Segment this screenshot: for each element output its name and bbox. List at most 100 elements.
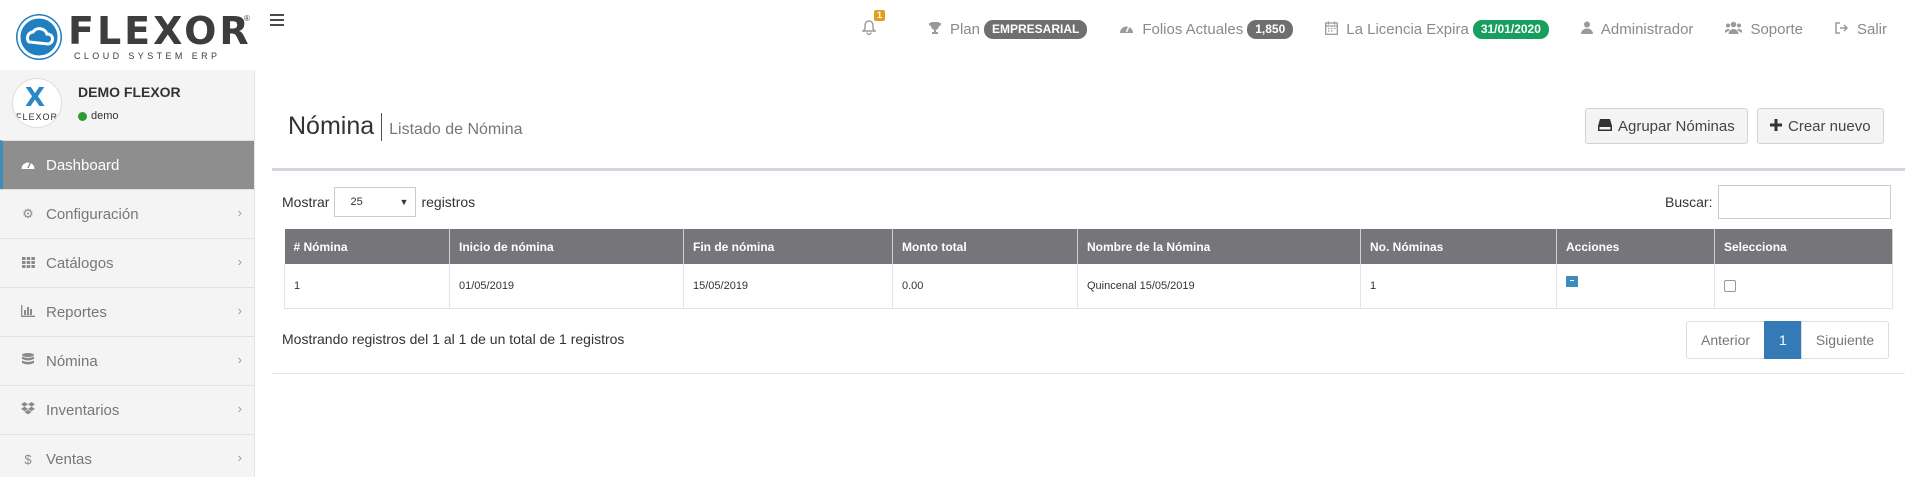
plan-badge: EMPRESARIAL — [983, 19, 1088, 39]
user-name: DEMO FLEXOR — [78, 84, 181, 100]
admin-item[interactable]: Administrador — [1580, 20, 1694, 38]
grid-icon — [20, 256, 36, 271]
sidebar-item-ventas[interactable]: $ Ventas › — [0, 434, 254, 483]
cell-numero: 1 — [284, 264, 450, 309]
content-header: Nómina Listado de Nómina — [288, 112, 523, 141]
chevron-right-icon: › — [237, 254, 242, 269]
license-badge: 31/01/2020 — [1472, 19, 1549, 39]
page-title: Nómina — [288, 112, 375, 140]
top-bar: FLEXOR ® CLOUD SYSTEM ERP 1 Plan EMPRESA… — [0, 0, 1919, 70]
dashboard-icon — [20, 158, 36, 173]
crear-nuevo-label: Crear nuevo — [1788, 117, 1871, 135]
flexor-logo[interactable]: FLEXOR ® CLOUD SYSTEM ERP — [16, 10, 250, 62]
search-input[interactable] — [1718, 185, 1892, 219]
admin-label: Administrador — [1600, 20, 1694, 38]
support-item[interactable]: Soporte — [1725, 21, 1803, 38]
menu-toggle-icon[interactable] — [270, 14, 284, 28]
page-subtitle: Listado de Nómina — [389, 121, 523, 138]
bell-icon — [861, 20, 877, 38]
col-header-numero[interactable]: # Nómina — [284, 229, 450, 264]
sidebar-item-inventarios[interactable]: Inventarios › — [0, 385, 254, 434]
table-info: Mostrando registros del 1 al 1 de un tot… — [282, 331, 625, 347]
hdd-icon — [1598, 118, 1612, 134]
cloud-logo-icon — [16, 14, 62, 60]
chevron-right-icon: › — [237, 303, 242, 318]
col-header-no-nominas[interactable]: No. Nóminas — [1360, 229, 1557, 264]
sign-out-icon — [1835, 21, 1849, 37]
title-divider — [381, 112, 383, 141]
page-size-control: Mostrar 25 ▼ registros — [282, 187, 475, 217]
sidebar-item-label: Configuración — [46, 205, 139, 223]
pagination: Anterior 1 Siguiente — [1686, 321, 1890, 359]
user-status-text: demo — [91, 110, 119, 122]
agrupar-nominas-button[interactable]: Agrupar Nóminas — [1585, 108, 1748, 144]
show-label: Mostrar — [282, 194, 330, 210]
sidebar-item-catalogos[interactable]: Catálogos › — [0, 238, 254, 287]
search-control: Buscar: — [1665, 185, 1892, 219]
sidebar-item-label: Ventas — [46, 450, 92, 468]
sidebar-item-label: Nómina — [46, 352, 98, 370]
logout-label: Salir — [1856, 20, 1887, 38]
cell-nombre: Quincenal 15/05/2019 — [1077, 264, 1361, 309]
page-1-button[interactable]: 1 — [1764, 321, 1802, 359]
sidebar-item-label: Catálogos — [46, 254, 114, 272]
folios-badge: 1,850 — [1247, 19, 1294, 39]
bar-chart-icon — [20, 304, 36, 320]
plan-item[interactable]: Plan EMPRESARIAL — [928, 19, 1088, 39]
cell-fin: 15/05/2019 — [683, 264, 893, 309]
sidebar-item-label: Dashboard — [46, 156, 120, 174]
chevron-right-icon: › — [237, 205, 242, 220]
prev-page-button[interactable]: Anterior — [1686, 321, 1766, 359]
online-status-icon — [78, 111, 87, 121]
select-row-checkbox[interactable] — [1724, 280, 1736, 293]
sidebar-item-reportes[interactable]: Reportes › — [0, 287, 254, 336]
dashboard-gauge-icon — [1119, 21, 1134, 37]
sidebar-item-configuracion[interactable]: ⚙ Configuración › — [0, 189, 254, 238]
user-panel: X FLEXOR DEMO FLEXOR demo — [0, 70, 254, 140]
sidebar-item-label: Reportes — [46, 303, 107, 321]
col-header-fin[interactable]: Fin de nómina — [683, 229, 893, 264]
sidebar-item-nomina[interactable]: Nómina › — [0, 336, 254, 385]
avatar-logo-text: FLEXOR — [16, 112, 59, 122]
plan-label: Plan — [949, 20, 980, 38]
archive-icon[interactable] — [1566, 275, 1578, 287]
nomina-list-box: Mostrar 25 ▼ registros Buscar: # Nómina … — [272, 168, 1905, 374]
nomina-table: # Nómina Inicio de nómina Fin de nómina … — [284, 229, 1893, 309]
next-page-button[interactable]: Siguiente — [1800, 321, 1890, 359]
cell-acciones — [1556, 264, 1715, 309]
sidebar: X FLEXOR DEMO FLEXOR demo Dashboard ⚙ Co… — [0, 70, 255, 477]
dollar-icon: $ — [24, 451, 32, 467]
page-size-value: 25 — [350, 196, 363, 208]
user-status: demo — [78, 110, 119, 122]
col-header-inicio[interactable]: Inicio de nómina — [449, 229, 684, 264]
folios-item[interactable]: Folios Actuales 1,850 — [1119, 19, 1294, 39]
database-icon — [20, 353, 36, 369]
calendar-icon — [1325, 21, 1339, 38]
chevron-right-icon: › — [237, 450, 242, 465]
cell-monto: 0.00 — [892, 264, 1078, 309]
avatar-logo-letter: X — [25, 83, 46, 113]
logout-item[interactable]: Salir — [1835, 21, 1887, 38]
cell-selecciona — [1714, 264, 1893, 309]
license-item[interactable]: La Licencia Expira 31/01/2020 — [1325, 19, 1549, 39]
col-header-selecciona: Selecciona — [1714, 229, 1893, 264]
plus-icon — [1770, 118, 1782, 134]
trophy-icon — [928, 21, 942, 38]
brand-name: FLEXOR — [68, 9, 252, 53]
support-label: Soporte — [1750, 20, 1803, 38]
agrupar-nominas-label: Agrupar Nóminas — [1618, 117, 1735, 135]
page-size-select[interactable]: 25 ▼ — [334, 187, 417, 217]
records-label: registros — [421, 194, 476, 210]
col-header-monto[interactable]: Monto total — [892, 229, 1078, 264]
crear-nuevo-button[interactable]: Crear nuevo — [1757, 108, 1884, 144]
dropbox-icon — [20, 402, 36, 418]
col-header-acciones: Acciones — [1556, 229, 1715, 264]
table-header-row: # Nómina Inicio de nómina Fin de nómina … — [284, 229, 1893, 264]
brand-tagline: CLOUD SYSTEM ERP — [74, 51, 221, 61]
avatar[interactable]: X FLEXOR — [12, 78, 62, 128]
col-header-nombre[interactable]: Nombre de la Nómina — [1077, 229, 1361, 264]
notifications-button[interactable]: 1 — [861, 10, 885, 38]
chevron-right-icon: › — [237, 401, 242, 416]
sidebar-item-dashboard[interactable]: Dashboard — [0, 140, 254, 189]
chevron-right-icon: › — [237, 352, 242, 367]
